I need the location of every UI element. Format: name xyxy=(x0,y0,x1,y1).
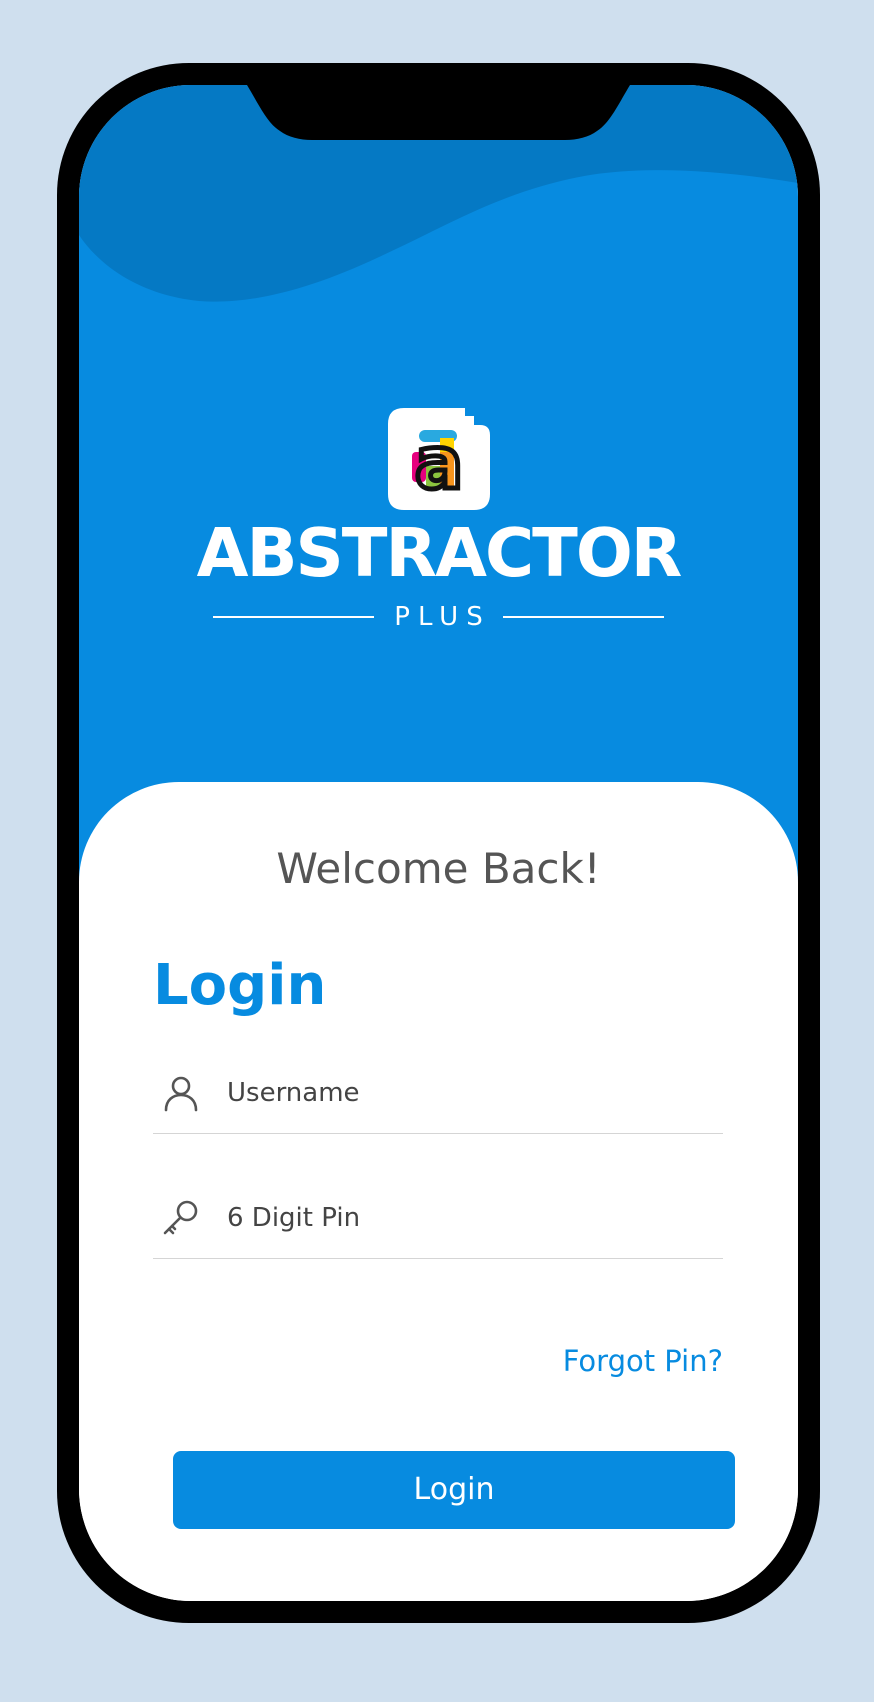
welcome-text: Welcome Back! xyxy=(276,844,601,893)
app-screen: a ABSTRACTOR PLUS Welcome Back! Login Us… xyxy=(79,85,798,1601)
brand-title: ABSTRACTOR xyxy=(196,514,683,592)
brand-subtitle-row: PLUS xyxy=(213,597,664,637)
subtitle-divider-left xyxy=(213,616,374,618)
login-card: Welcome Back! Login Forgot Pin? xyxy=(79,782,798,1601)
subtitle-divider-right xyxy=(503,616,664,618)
hero-header: a ABSTRACTOR PLUS xyxy=(79,85,798,885)
phone-notch xyxy=(247,85,630,140)
brand-subtitle: PLUS xyxy=(394,602,491,632)
username-input[interactable] xyxy=(227,1063,707,1123)
user-icon xyxy=(164,1076,198,1112)
pin-field[interactable] xyxy=(153,1188,723,1259)
forgot-pin-link[interactable]: Forgot Pin? xyxy=(563,1341,723,1381)
app-logo-icon: a xyxy=(388,408,490,510)
logo-letter: a xyxy=(415,421,464,505)
key-icon xyxy=(163,1200,198,1235)
login-button[interactable]: Login xyxy=(173,1451,735,1529)
username-field[interactable] xyxy=(153,1063,723,1134)
pin-input[interactable] xyxy=(227,1188,707,1248)
phone-frame: a ABSTRACTOR PLUS Welcome Back! Login Us… xyxy=(57,63,820,1623)
login-heading: Login xyxy=(153,953,327,1018)
